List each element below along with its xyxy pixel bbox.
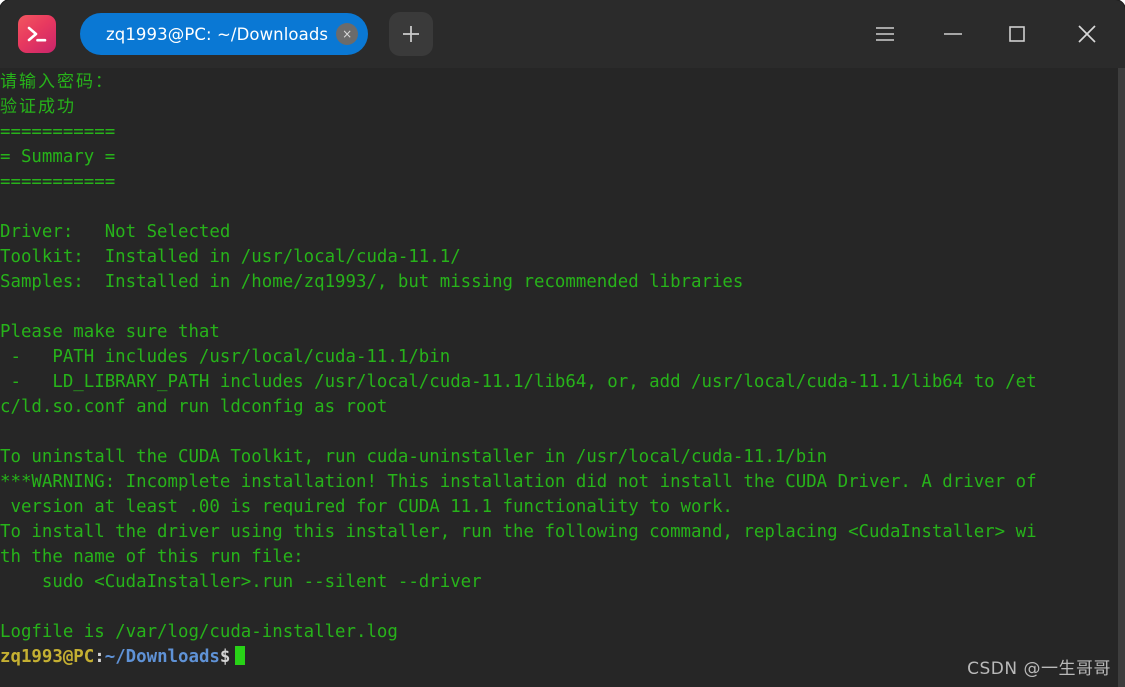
- prompt-separator: :: [94, 647, 105, 667]
- maximize-icon[interactable]: [985, 0, 1049, 68]
- scrollbar-thumb[interactable]: [1118, 68, 1125, 687]
- tab-title: zq1993@PC: ~/Downloads: [106, 24, 329, 44]
- text-cursor: [235, 646, 246, 665]
- new-tab-button[interactable]: [389, 12, 434, 56]
- terminal-line: - PATH includes /usr/local/cuda-11.1/bin: [0, 347, 451, 367]
- hamburger-menu-icon[interactable]: [849, 0, 921, 68]
- terminal-line: ===========: [0, 172, 116, 192]
- terminal-line: - LD_LIBRARY_PATH includes /usr/local/cu…: [0, 372, 1037, 392]
- window-controls: [849, 0, 1125, 68]
- prompt-symbol: $: [219, 647, 231, 667]
- prompt-path: ~/Downloads: [104, 647, 220, 667]
- tab-downloads[interactable]: zq1993@PC: ~/Downloads ×: [80, 13, 369, 55]
- terminal-line: To install the driver using this install…: [0, 522, 1037, 542]
- shell-prompt-line[interactable]: zq1993@PC:~/Downloads$: [0, 645, 1125, 670]
- terminal-output-area[interactable]: 请输入密码： 验证成功 =========== = Summary = ========…: [0, 68, 1125, 687]
- terminal-line: ===========: [0, 122, 116, 142]
- terminal-line: Driver: Not Selected: [0, 222, 231, 242]
- watermark: CSDN @一生哥哥: [967, 659, 1111, 679]
- terminal-prompt-icon: [18, 15, 56, 53]
- terminal-line: Logfile is /var/log/cuda-installer.log: [0, 622, 398, 642]
- terminal-line: c/ld.so.conf and run ldconfig as root: [0, 397, 388, 417]
- minimize-icon[interactable]: [921, 0, 985, 68]
- terminal-line: Samples: Installed in /home/zq1993/, but…: [0, 272, 744, 292]
- terminal-lines: 请输入密码： 验证成功 =========== = Summary = ========…: [0, 68, 1125, 670]
- terminal-line: sudo <CudaInstaller>.run --silent --driv…: [0, 572, 482, 592]
- terminal-line: Please make sure that: [0, 322, 220, 342]
- terminal-line: version at least .00 is required for CUD…: [0, 497, 733, 517]
- tab-close-icon[interactable]: ×: [336, 23, 359, 45]
- terminal-line: 验证成功: [0, 97, 76, 117]
- scrollbar-track[interactable]: [1118, 68, 1125, 687]
- prompt-user: zq1993@PC: [0, 647, 95, 667]
- title-bar: zq1993@PC: ~/Downloads ×: [0, 0, 1125, 68]
- terminal-line: Toolkit: Installed in /usr/local/cuda-11…: [0, 247, 461, 267]
- terminal-line: = Summary =: [0, 147, 116, 167]
- terminal-line: To uninstall the CUDA Toolkit, run cuda-…: [0, 447, 828, 467]
- terminal-window: zq1993@PC: ~/Downloads × 请输入密码： 验证成功 ===…: [0, 0, 1125, 687]
- terminal-line: 请输入密码：: [0, 72, 114, 92]
- terminal-line: th the name of this run file:: [0, 547, 304, 567]
- close-icon[interactable]: [1049, 0, 1125, 68]
- terminal-line: ***WARNING: Incomplete installation! Thi…: [0, 472, 1037, 492]
